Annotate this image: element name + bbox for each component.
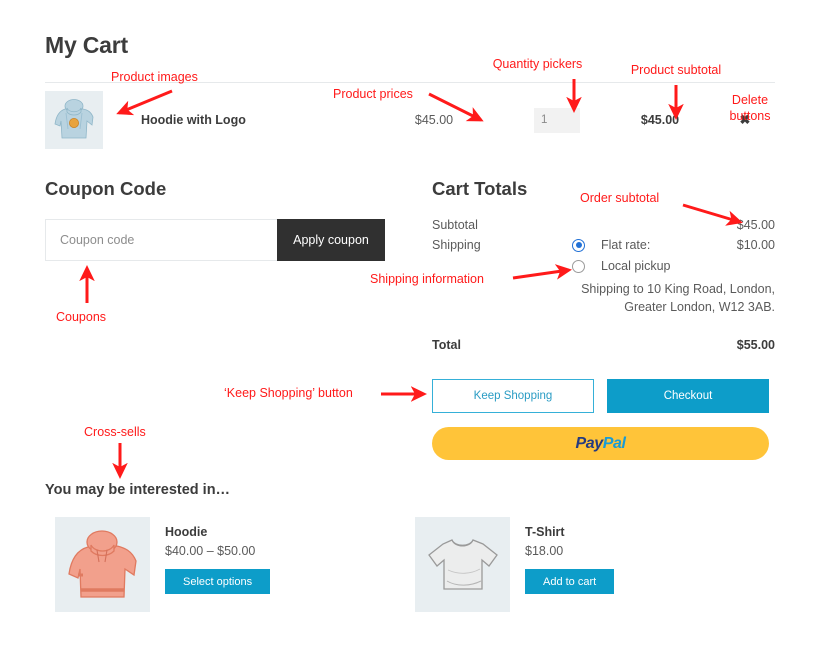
hoodie-with-logo-icon [54, 99, 94, 139]
radio-local-pickup[interactable] [572, 259, 585, 273]
quantity-input[interactable]: 1 [534, 107, 580, 133]
cross-sell-price: $18.00 [525, 544, 564, 558]
list-item: Hoodie $40.00 – $50.00 Select options [55, 517, 271, 612]
cross-sells-heading: You may be interested in… [45, 482, 231, 498]
hoodie-with-logo-thumbnail[interactable] [45, 91, 103, 149]
annotation-coupons: Coupons [56, 310, 107, 324]
apply-coupon-button[interactable]: Apply coupon [277, 219, 385, 261]
quantity-picker-cell: 1 [509, 107, 605, 133]
radio-flat-rate[interactable] [572, 238, 585, 252]
shipping-option-label: Local pickup [601, 259, 671, 273]
checkout-button[interactable]: Checkout [607, 379, 769, 413]
annotation-shipping-information: Shipping information [370, 272, 484, 286]
subtotal-row: Subtotal $45.00 [432, 218, 775, 232]
annotation-quantity-pickers: Quantity pickers [492, 57, 583, 71]
shipping-option-cost: $10.00 [736, 238, 775, 252]
shipping-address: Shipping to 10 King Road, London, Greate… [581, 282, 775, 315]
shipping-option-flat-rate[interactable]: Flat rate: $10.00 [572, 238, 775, 252]
annotation-order-subtotal: Order subtotal [580, 191, 660, 205]
annotation-product-subtotal: Product subtotal [630, 63, 722, 77]
annotation-product-images: Product images [111, 70, 198, 84]
coupon-heading: Coupon Code [45, 178, 167, 199]
shipping-options: Flat rate: $10.00 Local pickup Shipping … [572, 238, 775, 316]
total-label: Total [432, 338, 461, 353]
cart-totals-heading: Cart Totals [432, 178, 528, 199]
subtotal-value: $45.00 [736, 218, 775, 232]
cross-sell-price: $40.00 – $50.00 [165, 544, 256, 558]
annotation-product-prices: Product prices [333, 87, 413, 101]
subtotal-label: Subtotal [432, 218, 478, 232]
page-title: My Cart [45, 32, 128, 58]
tshirt-icon [428, 539, 498, 590]
total-row: Total $55.00 [432, 338, 775, 352]
hoodie-icon [68, 530, 137, 598]
cross-sell-info: Hoodie $40.00 – $50.00 Select options [150, 517, 271, 612]
coupon-form: Apply coupon [45, 219, 385, 261]
product-thumbnail-cell [45, 91, 113, 149]
annotation-delete-buttons: Delete buttons [729, 93, 771, 123]
total-value: $55.00 [736, 338, 775, 353]
cross-sell-info: T-Shirt $18.00 Add to cart [510, 517, 615, 612]
product-name[interactable]: Hoodie with Logo [113, 113, 359, 127]
hoodie-thumbnail[interactable] [55, 517, 150, 612]
shipping-option-local-pickup[interactable]: Local pickup [572, 259, 775, 273]
shipping-option-label: Flat rate: [601, 238, 651, 252]
paypal-logo: PayPal [575, 434, 626, 453]
cross-sell-name[interactable]: Hoodie [165, 525, 270, 539]
cart-page: My Cart Hoodie with Logo $45.00 1 $45.00… [0, 0, 820, 660]
product-price: $45.00 [414, 113, 454, 127]
tshirt-thumbnail[interactable] [415, 517, 510, 612]
annotation-cross-sells: Cross-sells [84, 425, 146, 439]
paypal-pal-text: Pal [602, 434, 626, 452]
shipping-label: Shipping [432, 238, 481, 252]
cross-sell-name[interactable]: T-Shirt [525, 525, 614, 539]
coupon-input[interactable] [45, 219, 277, 261]
paypal-button[interactable]: PayPal [432, 427, 769, 460]
list-item: T-Shirt $18.00 Add to cart [415, 517, 615, 612]
keep-shopping-button[interactable]: Keep Shopping [432, 379, 594, 413]
annotation-keep-shopping: ‘Keep Shopping’ button [224, 386, 353, 400]
product-subtotal: $45.00 [640, 113, 680, 127]
paypal-pay-text: Pay [575, 434, 603, 452]
select-options-button[interactable]: Select options [165, 569, 271, 594]
add-to-cart-button[interactable]: Add to cart [525, 569, 615, 594]
